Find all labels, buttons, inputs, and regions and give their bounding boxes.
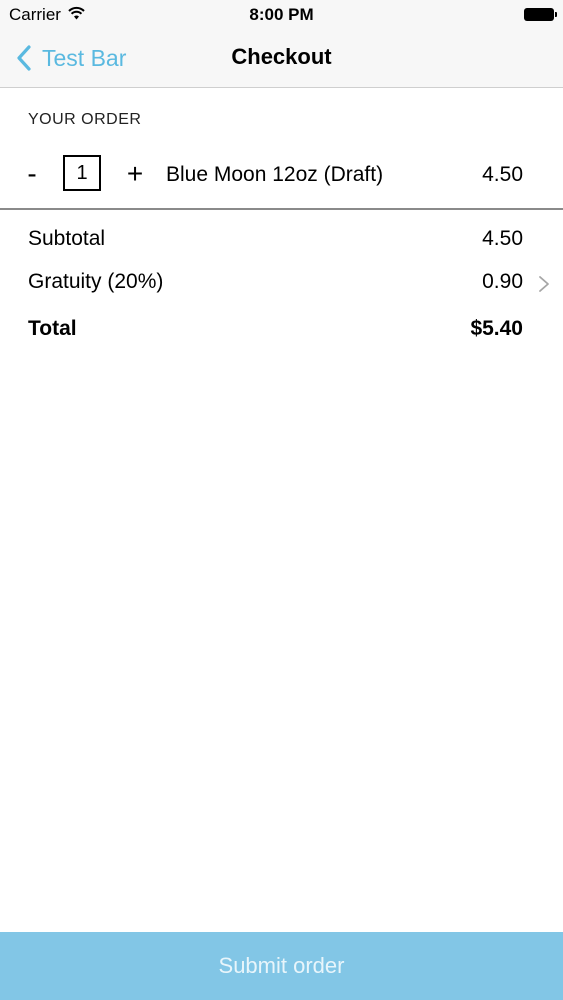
battery-icon [524, 8, 557, 21]
item-name: Blue Moon 12oz (Draft) [166, 163, 384, 186]
gratuity-row[interactable]: Gratuity (20%) 0.90 [0, 270, 563, 300]
gratuity-label: Gratuity (20%) [28, 270, 164, 293]
status-bar: Carrier 8:00 PM [0, 0, 563, 30]
submit-order-button[interactable]: Submit order [0, 932, 563, 1000]
decrease-quantity-button[interactable]: - [21, 156, 43, 192]
chevron-right-icon [539, 276, 549, 292]
subtotal-label: Subtotal [28, 227, 106, 250]
order-item-row: - 1 + Blue Moon 12oz (Draft) 4.50 [0, 150, 563, 200]
gratuity-value: 0.90 [482, 270, 523, 293]
subtotal-row: Subtotal 4.50 [0, 227, 563, 257]
total-row: Total $5.40 [0, 317, 563, 347]
item-price: 4.50 [482, 163, 523, 186]
status-time: 8:00 PM [249, 5, 314, 24]
total-label: Total [28, 317, 77, 340]
increase-quantity-button[interactable]: + [123, 156, 147, 192]
divider [0, 208, 563, 210]
page-title: Checkout [231, 44, 332, 69]
your-order-header: YOUR ORDER [28, 111, 142, 128]
subtotal-value: 4.50 [482, 227, 523, 250]
navigation-bar: Test Bar Checkout [0, 30, 563, 88]
quantity-field[interactable]: 1 [63, 155, 101, 191]
total-value: $5.40 [470, 317, 523, 340]
